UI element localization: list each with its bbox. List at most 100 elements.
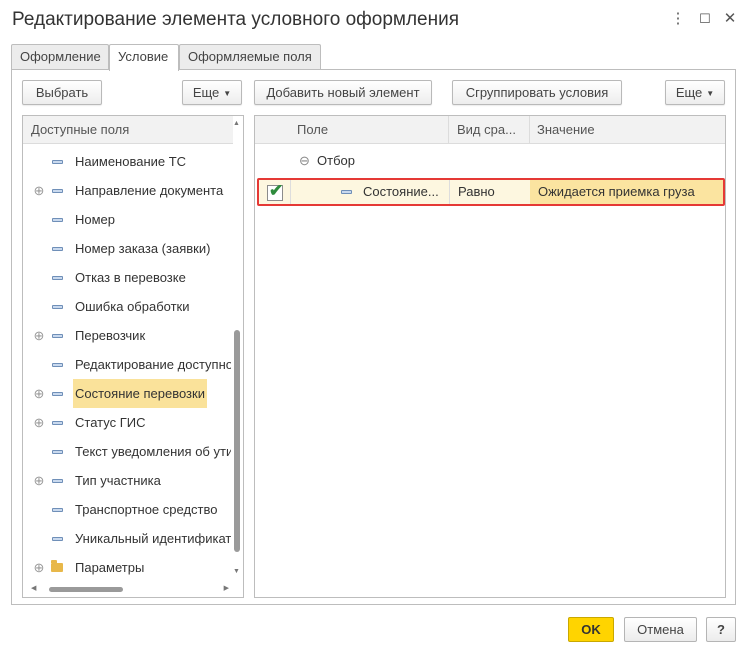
chevron-down-icon: ▼ xyxy=(706,89,715,98)
vertical-scrollbar[interactable]: ▲ ▼ xyxy=(233,120,241,575)
field-icon xyxy=(52,363,63,367)
select-button[interactable]: Выбрать xyxy=(22,80,102,105)
field-icon xyxy=(52,479,63,483)
scroll-down-icon[interactable]: ▼ xyxy=(233,568,240,576)
tree-item[interactable]: ⊕ Направление документа xyxy=(23,176,231,205)
tree-item-label: Параметры xyxy=(75,560,145,575)
tree-item-label: Направление документа xyxy=(75,183,224,198)
more-actions-icon[interactable]: ⋮ xyxy=(670,11,686,27)
field-icon xyxy=(52,450,63,454)
field-icon xyxy=(341,190,352,194)
add-new-element-button[interactable]: Добавить новый элемент xyxy=(254,80,432,105)
field-icon xyxy=(52,421,63,425)
field-icon xyxy=(52,508,63,512)
ok-button[interactable]: OK xyxy=(568,617,614,642)
expand-icon[interactable]: ⊕ xyxy=(33,321,45,350)
horizontal-scrollbar[interactable]: ◀ ▶ xyxy=(25,583,231,595)
field-icon xyxy=(52,392,63,396)
condition-panel: Выбрать Еще ▼ Доступные поля Наименование… xyxy=(11,69,736,605)
field-icon xyxy=(52,305,63,309)
tree-item-label: Номер заказа (заявки) xyxy=(75,241,211,256)
tree-item-label: Транспортное средство xyxy=(75,502,218,517)
condition-field[interactable]: Состояние... xyxy=(363,178,447,206)
column-header-value[interactable]: Значение xyxy=(537,116,717,144)
group-conditions-button[interactable]: Сгруппировать условия xyxy=(452,80,622,105)
checkmark-icon: ✔ xyxy=(269,181,284,200)
tree-item[interactable]: Ошибка обработки xyxy=(23,292,231,321)
column-header-field[interactable]: Поле xyxy=(297,116,447,144)
left-more-button[interactable]: Еще ▼ xyxy=(182,80,242,105)
field-icon xyxy=(52,160,63,164)
field-icon xyxy=(52,537,63,541)
tree-item-label: Ошибка обработки xyxy=(75,299,190,314)
tree-item[interactable]: Уникальный идентификатор xyxy=(23,524,231,553)
tree-item-label: Статус ГИС xyxy=(75,415,146,430)
tree-item[interactable]: ⊕ Тип участника xyxy=(23,466,231,495)
tree-item[interactable]: ⊕ Параметры xyxy=(23,553,231,582)
field-icon xyxy=(52,218,63,222)
tree-item-label: Перевозчик xyxy=(75,328,146,343)
tab-formatted-fields[interactable]: Оформляемые поля xyxy=(179,44,321,70)
tree-item[interactable]: Транспортное средство xyxy=(23,495,231,524)
available-fields-tree[interactable]: Доступные поля Наименование ТС ⊕ Направл… xyxy=(22,115,244,598)
expand-icon[interactable]: ⊕ xyxy=(33,408,45,437)
scroll-up-icon[interactable]: ▲ xyxy=(233,120,240,128)
field-icon xyxy=(52,334,63,338)
left-more-label: Еще xyxy=(192,85,220,100)
available-fields-header: Доступные поля xyxy=(23,116,233,144)
column-divider xyxy=(290,180,291,204)
tree-item[interactable]: Номер xyxy=(23,205,231,234)
table-row-group[interactable]: ⊖ Отбор xyxy=(255,147,725,175)
field-icon xyxy=(52,276,63,280)
close-icon[interactable]: ✕ xyxy=(722,11,738,27)
tree-item-label: Отказ в перевозке xyxy=(75,270,186,285)
conditions-table-header: Поле Вид сра... Значение xyxy=(255,116,725,144)
column-divider xyxy=(449,180,450,204)
tree-item-label: Наименование ТС xyxy=(75,154,187,169)
tree-item-label: Уникальный идентификатор xyxy=(75,531,231,546)
right-more-label: Еще xyxy=(675,85,703,100)
tab-condition[interactable]: Условие xyxy=(109,44,179,71)
tree-item[interactable]: Отказ в перевозке xyxy=(23,263,231,292)
tree-item[interactable]: Редактирование доступности xyxy=(23,350,231,379)
tree-item-label: Тип участника xyxy=(75,473,161,488)
tree-item[interactable]: Номер заказа (заявки) xyxy=(23,234,231,263)
cancel-button[interactable]: Отмена xyxy=(624,617,697,642)
tab-appearance[interactable]: Оформление xyxy=(11,44,109,70)
field-icon xyxy=(52,189,63,193)
tree-item-label: Номер xyxy=(75,212,116,227)
window-title: Редактирование элемента условного оформл… xyxy=(12,9,460,30)
table-row-condition[interactable]: ✔ Состояние... Равно Ожидается приемка г… xyxy=(257,178,725,206)
scroll-right-icon[interactable]: ▶ xyxy=(224,585,229,593)
right-more-button[interactable]: Еще ▼ xyxy=(665,80,725,105)
condition-value-cell[interactable]: Ожидается приемка груза xyxy=(530,180,723,204)
chevron-down-icon: ▼ xyxy=(223,89,232,98)
tree-item[interactable]: Текст уведомления об утилизации xyxy=(23,437,231,466)
column-divider[interactable] xyxy=(448,116,449,144)
tree-item[interactable]: ⊕ Перевозчик xyxy=(23,321,231,350)
maximize-icon[interactable]: ☐ xyxy=(697,11,713,27)
column-header-comparison[interactable]: Вид сра... xyxy=(457,116,527,144)
condition-comparison[interactable]: Равно xyxy=(458,178,528,206)
tree-item-label: Состояние перевозки xyxy=(73,379,207,408)
tree-item-label: Текст уведомления об утилизации xyxy=(75,444,231,459)
expand-icon[interactable]: ⊕ xyxy=(33,553,45,582)
scrollbar-thumb[interactable] xyxy=(234,330,240,552)
folder-icon xyxy=(51,560,63,572)
expand-icon[interactable]: ⊕ xyxy=(33,379,45,408)
condition-enabled-checkbox[interactable]: ✔ xyxy=(267,181,283,201)
tree-item-label: Редактирование доступности xyxy=(75,357,231,372)
condition-value: Ожидается приемка груза xyxy=(538,184,695,199)
column-divider[interactable] xyxy=(529,116,530,144)
help-button[interactable]: ? xyxy=(706,617,736,642)
collapse-icon[interactable]: ⊖ xyxy=(299,147,310,175)
expand-icon[interactable]: ⊕ xyxy=(33,176,45,205)
tree-item[interactable]: Наименование ТС xyxy=(23,147,231,176)
scrollbar-thumb[interactable] xyxy=(49,587,123,592)
tree-item[interactable]: ⊕ Статус ГИС xyxy=(23,408,231,437)
scroll-left-icon[interactable]: ◀ xyxy=(31,585,36,593)
group-label: Отбор xyxy=(317,153,355,168)
conditions-table[interactable]: Поле Вид сра... Значение ⊖ Отбор ✔ Состо… xyxy=(254,115,726,598)
expand-icon[interactable]: ⊕ xyxy=(33,466,45,495)
tree-item-selected[interactable]: ⊕ Состояние перевозки xyxy=(23,379,231,408)
